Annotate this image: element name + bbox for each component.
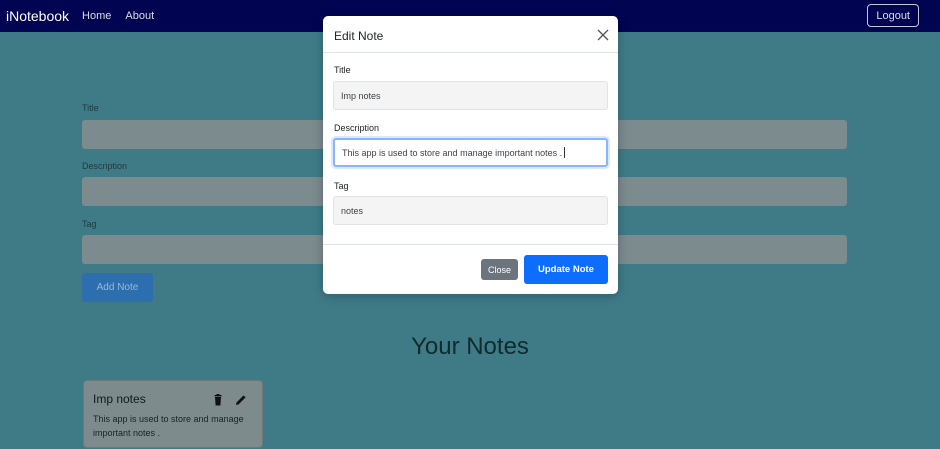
brand-logo[interactable]: iNotebook <box>6 8 69 24</box>
add-tag-label: Tag <box>82 219 97 229</box>
add-note-button[interactable]: Add Note <box>82 273 153 302</box>
note-description: This app is used to store and manage imp… <box>93 414 244 438</box>
edit-title-input[interactable]: Imp notes <box>333 81 608 110</box>
pencil-icon[interactable] <box>235 393 247 405</box>
edit-tag-value: notes <box>341 205 364 216</box>
nav-link-home[interactable]: Home <box>82 10 111 22</box>
nav-link-about[interactable]: About <box>125 10 154 22</box>
add-title-label: Title <box>82 103 99 113</box>
logout-button[interactable]: Logout <box>867 4 919 27</box>
edit-description-value: This app is used to store and manage imp… <box>342 147 563 158</box>
close-icon[interactable] <box>597 28 609 41</box>
note-card: Imp notes This app is used to store and … <box>83 380 263 448</box>
edit-note-modal: Edit Note Title Imp notes Description Th… <box>323 16 618 294</box>
edit-tag-input[interactable]: notes <box>333 196 608 225</box>
text-cursor <box>564 147 566 158</box>
close-button[interactable]: Close <box>481 259 518 280</box>
edit-title-label: Title <box>334 65 351 75</box>
edit-title-value: Imp notes <box>341 90 381 101</box>
note-title: Imp notes <box>93 392 146 406</box>
add-description-label: Description <box>82 161 128 171</box>
edit-description-label: Description <box>334 123 380 133</box>
modal-header-divider <box>323 52 618 53</box>
modal-footer-divider <box>323 244 618 245</box>
your-notes-heading: Your Notes <box>411 333 529 360</box>
modal-title: Edit Note <box>334 29 384 43</box>
edit-tag-label: Tag <box>334 181 349 191</box>
edit-description-input[interactable]: This app is used to store and manage imp… <box>333 138 608 167</box>
update-note-button[interactable]: Update Note <box>524 255 608 284</box>
trash-icon[interactable] <box>212 393 224 406</box>
